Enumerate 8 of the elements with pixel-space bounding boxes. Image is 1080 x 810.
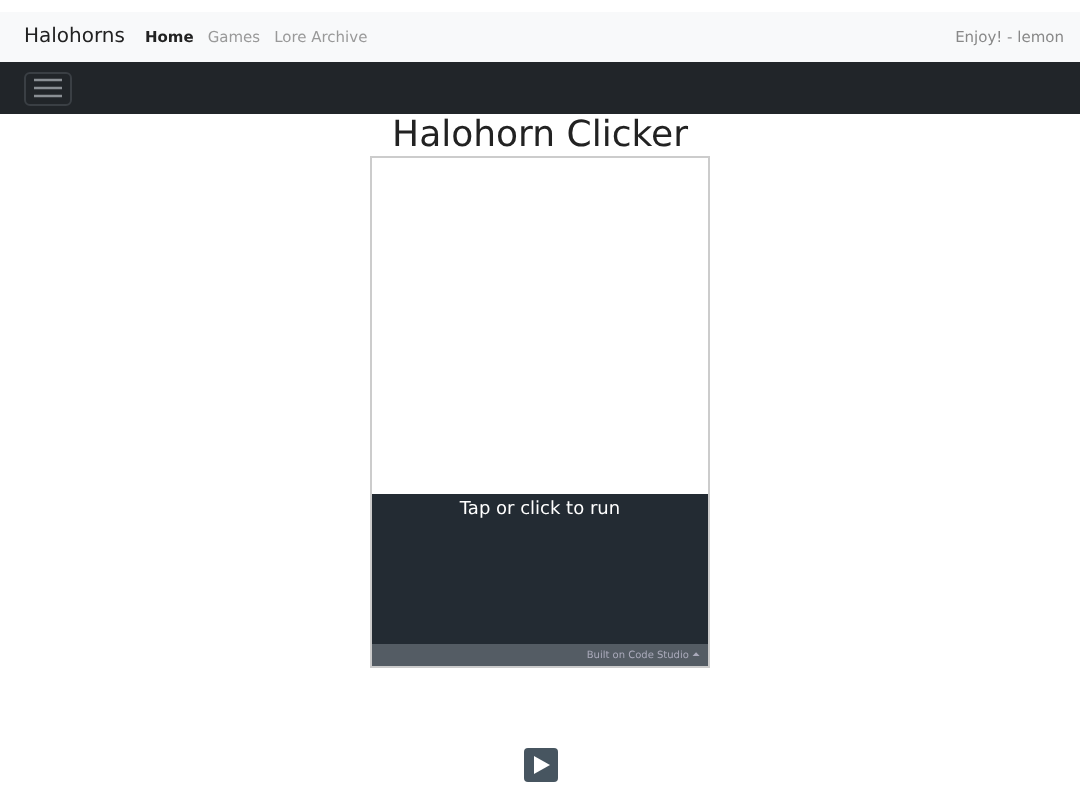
run-panel[interactable]: Tap or click to run xyxy=(372,494,708,644)
brand-link[interactable]: Halohorns xyxy=(24,26,125,48)
menu-icon xyxy=(34,78,62,98)
page-title: Halohorn Clicker xyxy=(390,114,690,156)
play-icon xyxy=(534,756,550,774)
play-button[interactable] xyxy=(523,748,557,782)
menu-button[interactable] xyxy=(24,71,72,105)
run-prompt: Tap or click to run xyxy=(459,500,621,524)
